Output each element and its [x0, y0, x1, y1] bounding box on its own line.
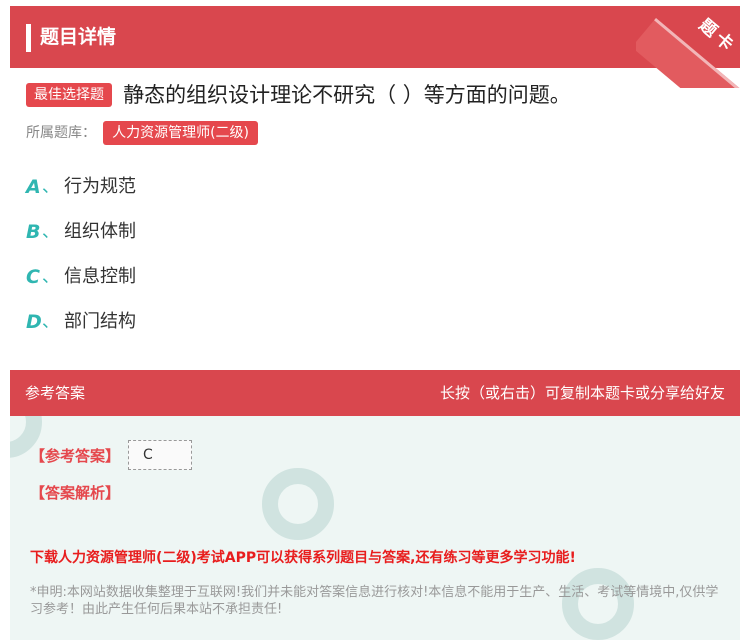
question-stem: 最佳选择题 静态的组织设计理论不研究（ ）等方面的问题。: [26, 80, 726, 110]
disclaimer-text: *申明:本网站数据收集整理于互联网!我们并未能对答案信息进行核对!本信息不能用于…: [30, 585, 719, 617]
page-title: 题目详情: [40, 26, 117, 48]
option-separator: 、: [42, 312, 59, 332]
reference-answer: 【参考答案】 C: [30, 440, 193, 470]
option-d[interactable]: D 、 部门结构: [26, 307, 136, 352]
option-b[interactable]: B 、 组织体制: [26, 217, 136, 262]
option-letter: A: [26, 176, 41, 198]
option-c[interactable]: C 、 信息控制: [26, 262, 136, 307]
title-bar: 题目详情: [10, 6, 740, 68]
option-separator: 、: [42, 267, 59, 287]
answer-analysis-label: 【答案解析】: [30, 484, 121, 502]
question-text: 静态的组织设计理论不研究（ ）等方面的问题。: [123, 83, 571, 107]
option-letter: B: [26, 221, 41, 243]
option-letter: C: [26, 266, 40, 288]
question-bank-tag[interactable]: 人力资源管理师(二级): [103, 121, 259, 145]
reference-answer-label: 【参考答案】: [30, 446, 121, 465]
option-list: A 、 行为规范 B 、 组织体制 C 、 信息控制 D 、 部门结构: [26, 172, 136, 352]
answer-section-title: 参考答案: [25, 384, 86, 402]
option-separator: 、: [42, 222, 59, 242]
option-text: 信息控制: [64, 266, 136, 287]
option-a[interactable]: A 、 行为规范: [26, 172, 136, 217]
option-text: 部门结构: [64, 311, 136, 332]
share-hint: 长按（或右击）可复制本题卡或分享给好友: [439, 384, 725, 402]
watermark-logo-icon: [262, 468, 334, 540]
question-bank: 所属题库： 人力资源管理师(二级): [26, 121, 259, 145]
question-type-badge: 最佳选择题: [26, 83, 112, 107]
option-text: 组织体制: [64, 221, 136, 242]
reference-answer-value: C: [128, 440, 193, 470]
app-download-promo[interactable]: 下载人力资源管理师(二级)考试APP可以获得系列题目与答案,还有练习等更多学习功…: [30, 547, 576, 567]
answer-section-header: 参考答案 长按（或右击）可复制本题卡或分享给好友: [10, 370, 740, 416]
option-text: 行为规范: [64, 176, 136, 197]
title-accent-bar: [26, 24, 31, 52]
option-letter: D: [26, 311, 42, 333]
answer-panel: 【参考答案】 C 【答案解析】 下载人力资源管理师(二级)考试APP可以获得系列…: [10, 416, 740, 640]
option-separator: 、: [42, 177, 59, 197]
question-bank-label: 所属题库：: [26, 125, 96, 141]
